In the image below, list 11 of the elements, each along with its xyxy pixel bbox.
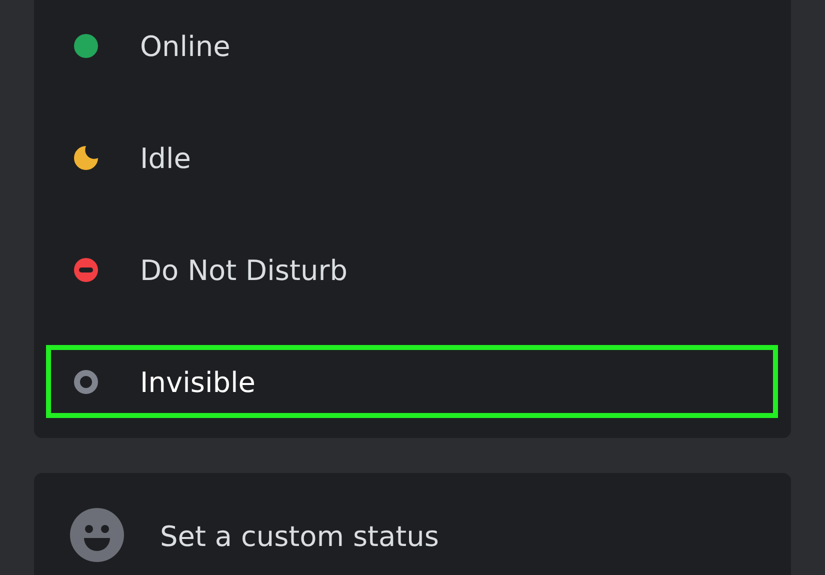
status-option[interactable]: Do Not Disturb: [34, 214, 791, 326]
status-label: Online: [140, 30, 230, 62]
custom-status-label: Set a custom status: [160, 520, 439, 553]
status-option[interactable]: Invisible: [34, 326, 791, 438]
smiley-icon: [70, 508, 124, 562]
custom-status-panel[interactable]: Set a custom status: [34, 473, 791, 575]
status-option[interactable]: Idle: [34, 102, 791, 214]
status-option[interactable]: Online: [34, 0, 791, 102]
status-label: Do Not Disturb: [140, 254, 348, 286]
status-label: Idle: [140, 142, 192, 174]
status-label: Invisible: [140, 366, 256, 398]
